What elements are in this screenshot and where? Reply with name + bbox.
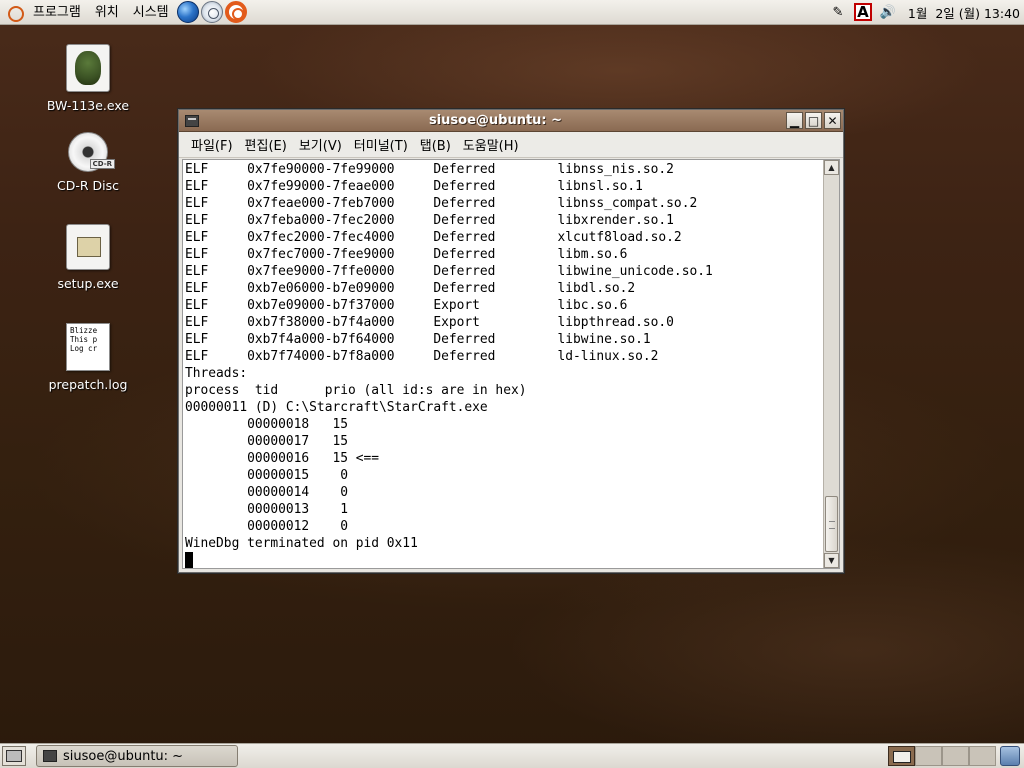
terminal-line: ELF 0x7feae000-7feb7000 Deferred libnss_… <box>185 196 698 211</box>
terminal-line: process tid prio (all id:s are in hex) <box>185 383 527 398</box>
terminal-line: 00000017 15 <box>185 434 348 449</box>
terminal-line: 00000018 15 <box>185 417 348 432</box>
web-browser-icon[interactable] <box>176 1 199 23</box>
scroll-up-arrow-icon[interactable]: ▲ <box>824 160 839 175</box>
ubuntu-logo-icon[interactable] <box>6 4 24 22</box>
terminal-line: ELF 0xb7e09000-b7f37000 Export libc.so.6 <box>185 298 628 313</box>
menu-applications[interactable]: 프로그램 <box>26 0 88 25</box>
scroll-down-arrow-icon[interactable]: ▼ <box>824 553 839 568</box>
terminal-line: ELF 0xb7e06000-b7e09000 Deferred libdl.s… <box>185 281 636 296</box>
close-button[interactable]: ✕ <box>824 112 841 129</box>
cd-disc-icon: CD-R <box>68 132 115 172</box>
terminal-line: Threads: <box>185 366 248 381</box>
terminal-text: ELF 0x7fe90000-7fe99000 Deferred libnss_… <box>185 161 821 568</box>
menu-tabs[interactable]: 탭(B) <box>414 135 457 154</box>
terminal-window[interactable]: siusoe@ubuntu: ~ ▁ □ ✕ 파일(F) 편집(E) 보기(V)… <box>178 109 844 573</box>
terminal-line: ELF 0x7fe99000-7feae000 Deferred libnsl.… <box>185 179 643 194</box>
taskbar-window-button[interactable]: siusoe@ubuntu: ~ <box>36 745 238 767</box>
terminal-line: WineDbg terminated on pid 0x11 <box>185 536 418 551</box>
minimize-button[interactable]: ▁ <box>786 112 803 129</box>
file-preview-line: Log cr <box>70 344 98 353</box>
terminal-line: 00000012 0 <box>185 519 348 534</box>
text-file-icon: Blizze This p Log cr <box>66 323 110 371</box>
file-preview-line: This p <box>70 335 98 344</box>
terminal-line: ELF 0x7feba000-7fec2000 Deferred libxren… <box>185 213 674 228</box>
top-panel: 프로그램 위치 시스템 ✎ A 🔊 1월 2일 (월) 13:40 <box>0 0 1024 25</box>
menu-edit[interactable]: 편집(E) <box>239 135 293 154</box>
terminal-line: ELF 0xb7f74000-b7f8a000 Deferred ld-linu… <box>185 349 659 364</box>
terminal-line: ELF 0xb7f38000-b7f4a000 Export libpthrea… <box>185 315 674 330</box>
pencil-icon[interactable]: ✎ <box>829 3 847 21</box>
file-preview-line: Blizze <box>70 326 98 335</box>
desktop-icon-prepatch-log[interactable]: Blizze This p Log cr prepatch.log <box>33 323 143 392</box>
terminal-line: ELF 0xb7f4a000-b7f64000 Deferred libwine… <box>185 332 651 347</box>
desktop-icon-bw113e[interactable]: BW-113e.exe <box>33 44 143 113</box>
terminal-line: ELF 0x7fec2000-7fec4000 Deferred xlcutf8… <box>185 230 682 245</box>
vertical-scrollbar[interactable]: ▲ ▼ <box>823 160 839 568</box>
terminal-line: 00000015 0 <box>185 468 348 483</box>
workspace-4[interactable] <box>969 746 996 766</box>
terminal-line: 00000014 0 <box>185 485 348 500</box>
bottom-panel: siusoe@ubuntu: ~ <box>0 743 1024 768</box>
menu-file[interactable]: 파일(F) <box>185 135 239 154</box>
trash-icon[interactable] <box>1000 746 1020 766</box>
desktop-icon-label: CD-R Disc <box>56 178 119 193</box>
show-desktop-icon[interactable] <box>2 746 26 766</box>
desktop-icon-cdr-disc[interactable]: CD-R CD-R Disc <box>33 132 143 193</box>
desktop-icon-setup[interactable]: setup.exe <box>33 224 143 291</box>
terminal-icon <box>43 750 57 762</box>
terminal-line: 00000013 1 <box>185 502 348 517</box>
terminal-menubar: 파일(F) 편집(E) 보기(V) 터미널(T) 탭(B) 도움말(H) <box>179 132 843 158</box>
text-cursor <box>185 552 193 568</box>
terminal-prompt-line[interactable] <box>185 552 821 568</box>
menu-help[interactable]: 도움말(H) <box>457 135 525 154</box>
email-client-icon[interactable] <box>200 1 223 23</box>
workspace-3[interactable] <box>942 746 969 766</box>
terminal-line: 00000011 (D) C:\Starcraft\StarCraft.exe <box>185 400 488 415</box>
executable-file-icon <box>66 44 110 92</box>
setup-executable-icon <box>66 224 110 270</box>
menu-terminal[interactable]: 터미널(T) <box>348 135 414 154</box>
scrollbar-thumb[interactable] <box>825 496 838 552</box>
help-icon[interactable] <box>224 1 247 23</box>
terminal-line: ELF 0x7fee9000-7ffe0000 Deferred libwine… <box>185 264 713 279</box>
menu-view[interactable]: 보기(V) <box>293 135 348 154</box>
terminal-line: 00000016 15 <== <box>185 451 380 466</box>
desktop-icon-label: setup.exe <box>57 276 119 291</box>
window-title: siusoe@ubuntu: ~ <box>428 113 563 128</box>
workspace-switcher <box>888 746 996 766</box>
menu-system[interactable]: 시스템 <box>126 0 176 25</box>
workspace-1[interactable] <box>888 746 915 766</box>
taskbar-window-label: siusoe@ubuntu: ~ <box>63 748 184 764</box>
terminal-line: ELF 0x7fec7000-7fee9000 Deferred libm.so… <box>185 247 628 262</box>
menu-places[interactable]: 위치 <box>88 0 126 25</box>
desktop-icon-label: prepatch.log <box>48 377 128 392</box>
window-titlebar[interactable]: siusoe@ubuntu: ~ ▁ □ ✕ <box>179 110 843 132</box>
clock[interactable]: 1월 2일 (월) 13:40 <box>900 3 1024 22</box>
terminal-line: ELF 0x7fe90000-7fe99000 Deferred libnss_… <box>185 162 674 177</box>
maximize-button[interactable]: □ <box>805 112 822 129</box>
cdr-badge: CD-R <box>89 159 115 169</box>
workspace-2[interactable] <box>915 746 942 766</box>
input-method-indicator[interactable]: A <box>853 3 872 21</box>
terminal-icon[interactable] <box>185 114 199 127</box>
desktop-icon-label: BW-113e.exe <box>46 98 130 113</box>
terminal-output[interactable]: ELF 0x7fe90000-7fe99000 Deferred libnss_… <box>182 159 840 569</box>
volume-icon[interactable]: 🔊 <box>879 3 897 21</box>
